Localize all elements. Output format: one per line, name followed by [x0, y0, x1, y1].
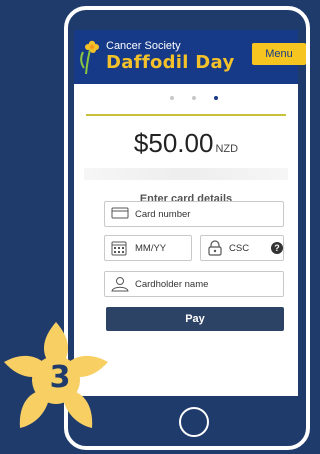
csc-field[interactable]: CSC ?	[200, 235, 284, 261]
csc-placeholder: CSC	[229, 243, 250, 254]
donation-amount: $50.00 NZD	[74, 128, 298, 159]
page-dot[interactable]	[170, 96, 174, 100]
lock-icon	[208, 240, 222, 256]
cardholder-name-field[interactable]: Cardholder name	[104, 271, 284, 297]
expiry-placeholder: MM/YY	[135, 243, 167, 254]
calendar-icon	[111, 241, 127, 256]
card-number-field[interactable]: Card number	[104, 201, 284, 227]
cardholder-placeholder: Cardholder name	[135, 279, 209, 290]
divider	[86, 114, 286, 116]
amount-value: $50.00	[133, 128, 214, 158]
expiry-field[interactable]: MM/YY	[104, 235, 192, 261]
menu-button[interactable]: Menu	[252, 43, 306, 65]
page-dot-active[interactable]	[214, 96, 218, 100]
card-number-placeholder: Card number	[135, 209, 191, 220]
page-indicator	[170, 96, 220, 102]
blurred-text	[84, 168, 288, 180]
brand-title: Daffodil Day	[106, 52, 235, 73]
step-number: 3	[49, 360, 71, 395]
brand-subtitle: Cancer Society	[106, 40, 181, 52]
page-dot[interactable]	[192, 96, 196, 100]
home-button-icon[interactable]	[179, 407, 209, 437]
currency-code: NZD	[215, 143, 239, 155]
credit-card-icon	[111, 207, 129, 219]
help-icon[interactable]: ?	[271, 242, 283, 254]
user-icon	[111, 277, 129, 292]
pay-button[interactable]: Pay	[106, 307, 284, 331]
daffodil-icon	[80, 40, 99, 74]
